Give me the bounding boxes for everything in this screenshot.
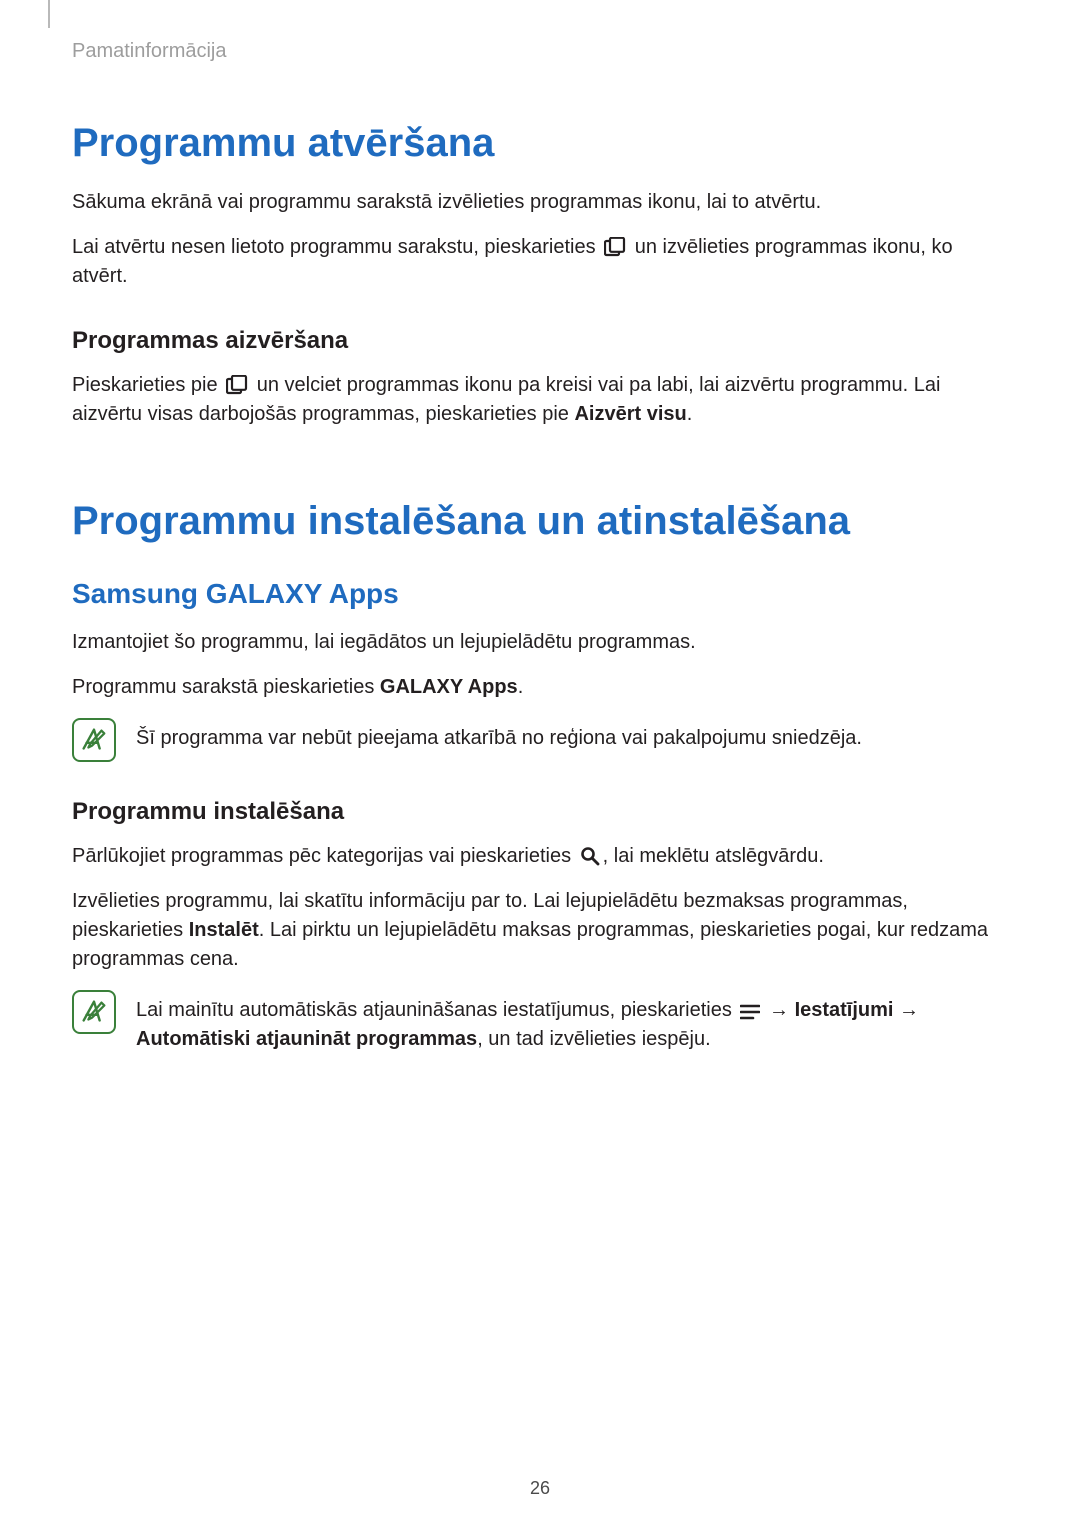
paragraph: Sākuma ekrānā vai programmu sarakstā izv…	[72, 188, 1008, 217]
note-icon	[72, 718, 116, 762]
text-bold: GALAXY Apps	[380, 676, 518, 698]
page-number: 26	[0, 1478, 1080, 1499]
text-bold: Automātiski atjaunināt programmas	[136, 1028, 477, 1050]
text-bold: Instalēt	[189, 919, 259, 941]
paragraph: Izmantojiet šo programmu, lai iegādātos …	[72, 628, 1008, 657]
text-bold: Iestatījumi	[795, 999, 894, 1021]
note-text: Lai mainītu automātiskās atjaunināšanas …	[136, 990, 1008, 1054]
binding-mark	[48, 0, 50, 28]
paragraph: Izvēlieties programmu, lai skatītu infor…	[72, 887, 1008, 974]
note-block: Šī programma var nebūt pieejama atkarībā…	[72, 718, 1008, 762]
text: .	[518, 676, 524, 698]
heading-galaxy-apps: Samsung GALAXY Apps	[72, 578, 1008, 610]
text: Lai atvērtu nesen lietoto programmu sara…	[72, 236, 601, 258]
paragraph: Programmu sarakstā pieskarieties GALAXY …	[72, 673, 1008, 702]
search-icon	[580, 846, 600, 866]
paragraph: Pieskarieties pie un velciet programmas …	[72, 371, 1008, 429]
heading-install-uninstall: Programmu instalēšana un atinstalēšana	[72, 499, 1008, 544]
text: Lai mainītu automātiskās atjaunināšanas …	[136, 999, 737, 1021]
menu-icon	[740, 1004, 760, 1020]
text: Pārlūkojiet programmas pēc kategorijas v…	[72, 845, 577, 867]
text-bold: Aizvērt visu	[574, 403, 686, 425]
text: →	[893, 999, 919, 1021]
heading-close-app: Programmas aizvēršana	[72, 327, 1008, 355]
heading-open-apps: Programmu atvēršana	[72, 121, 1008, 166]
paragraph: Pārlūkojiet programmas pēc kategorijas v…	[72, 842, 1008, 871]
text: Pieskarieties pie	[72, 374, 223, 396]
page: Pamatinformācija Programmu atvēršana Sāk…	[0, 0, 1080, 1527]
note-block: Lai mainītu automātiskās atjaunināšanas …	[72, 990, 1008, 1054]
recent-apps-icon	[226, 375, 248, 395]
text: , un tad izvēlieties iespēju.	[477, 1028, 710, 1050]
recent-apps-icon	[604, 237, 626, 257]
text: .	[687, 403, 693, 425]
text: Programmu sarakstā pieskarieties	[72, 676, 380, 698]
note-icon	[72, 990, 116, 1034]
running-header: Pamatinformācija	[72, 40, 1008, 63]
note-text: Šī programma var nebūt pieejama atkarībā…	[136, 718, 1008, 753]
paragraph: Lai atvērtu nesen lietoto programmu sara…	[72, 233, 1008, 291]
text: , lai meklētu atslēgvārdu.	[603, 845, 824, 867]
heading-installing: Programmu instalēšana	[72, 798, 1008, 826]
text: →	[763, 999, 794, 1021]
